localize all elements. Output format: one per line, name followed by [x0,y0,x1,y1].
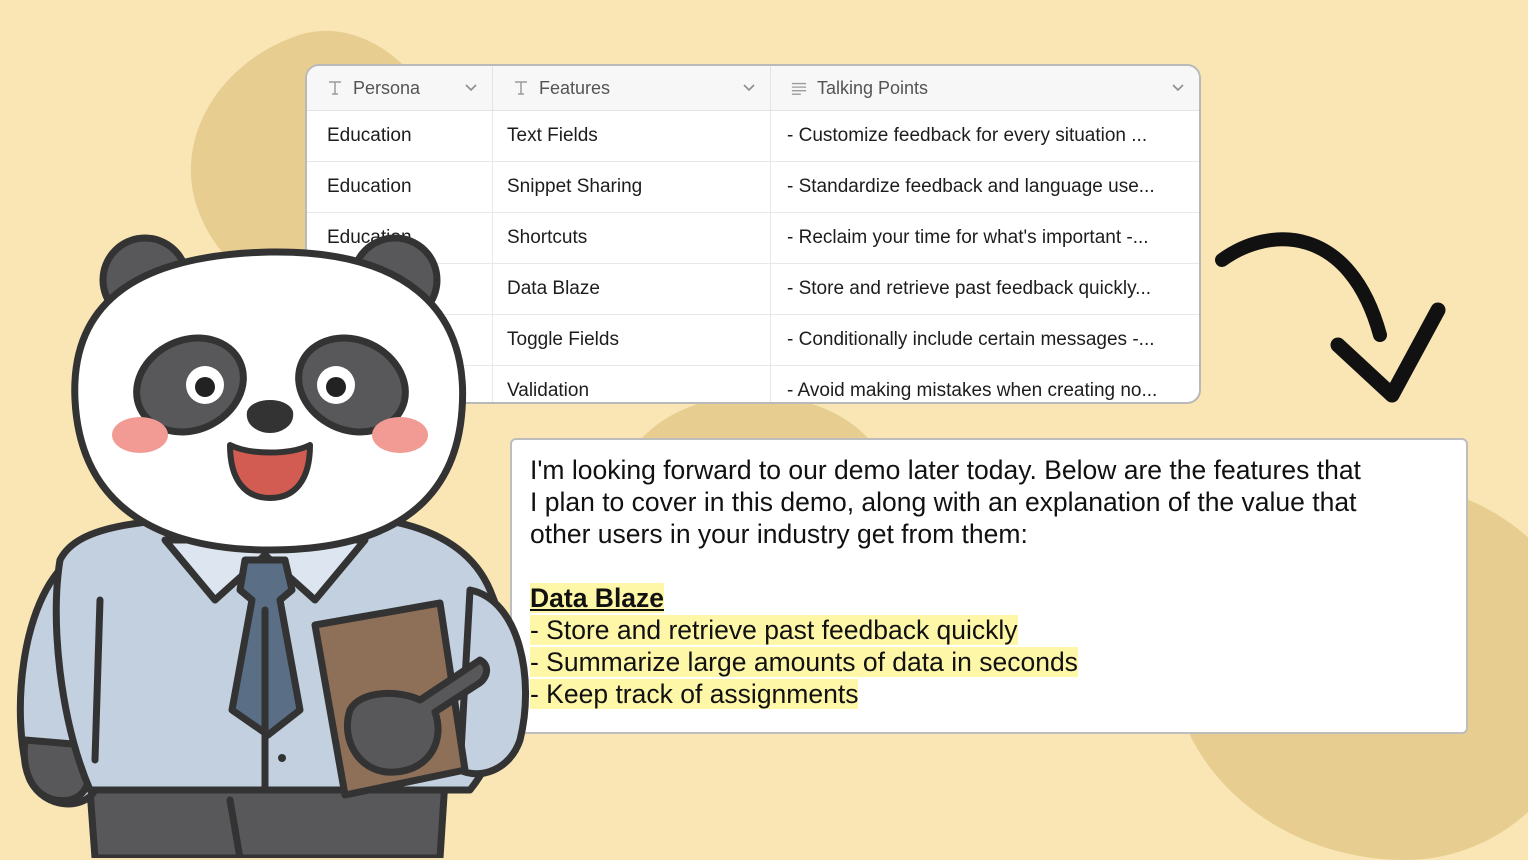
curved-arrow-icon [1215,232,1446,403]
table-header: Persona Features Talking Points [307,66,1199,111]
table-row[interactable]: Education Text Fields - Customize feedba… [307,111,1199,162]
cell-persona[interactable]: Education [307,111,493,161]
cell-talking-points[interactable]: - Customize feedback for every situation… [771,111,1199,161]
column-header-talking-points[interactable]: Talking Points [771,66,1199,110]
column-header-features[interactable]: Features [493,66,771,110]
talking-point: - Summarize large amounts of data in sec… [530,647,1078,677]
email-intro-line: other users in your industry get from th… [530,519,1028,549]
chevron-down-icon[interactable] [464,78,478,99]
text-type-icon [513,80,529,96]
text-type-icon [327,80,343,96]
table-row[interactable]: Education Snippet Sharing - Standardize … [307,162,1199,213]
column-header-persona[interactable]: Persona [307,66,493,110]
cell-persona[interactable]: Education [307,162,493,212]
email-intro-line: I plan to cover in this demo, along with… [530,487,1357,517]
chevron-down-icon[interactable] [742,78,756,99]
email-preview[interactable]: I'm looking forward to our demo later to… [510,438,1468,734]
chevron-down-icon[interactable] [1171,78,1185,99]
column-label: Persona [353,77,421,98]
cell-feature[interactable]: Text Fields [493,111,771,161]
column-label: Talking Points [817,77,929,98]
cell-talking-points[interactable]: - Standardize feedback and language use.… [771,162,1199,212]
cell-feature[interactable]: Snippet Sharing [493,162,771,212]
cell-talking-points[interactable]: - Conditionally include certain messages… [771,315,1199,365]
feature-title: Data Blaze [530,583,665,613]
long-text-icon [791,80,807,96]
column-label: Features [539,77,611,98]
email-intro-line: I'm looking forward to our demo later to… [530,455,1361,485]
panda-mascot-illustration [16,234,529,858]
talking-point: - Keep track of assignments [530,679,859,709]
cell-talking-points[interactable]: - Avoid making mistakes when creating no… [771,366,1199,402]
talking-point: - Store and retrieve past feedback quick… [530,615,1018,645]
cell-talking-points[interactable]: - Reclaim your time for what's important… [771,213,1199,263]
cell-talking-points[interactable]: - Store and retrieve past feedback quick… [771,264,1199,314]
